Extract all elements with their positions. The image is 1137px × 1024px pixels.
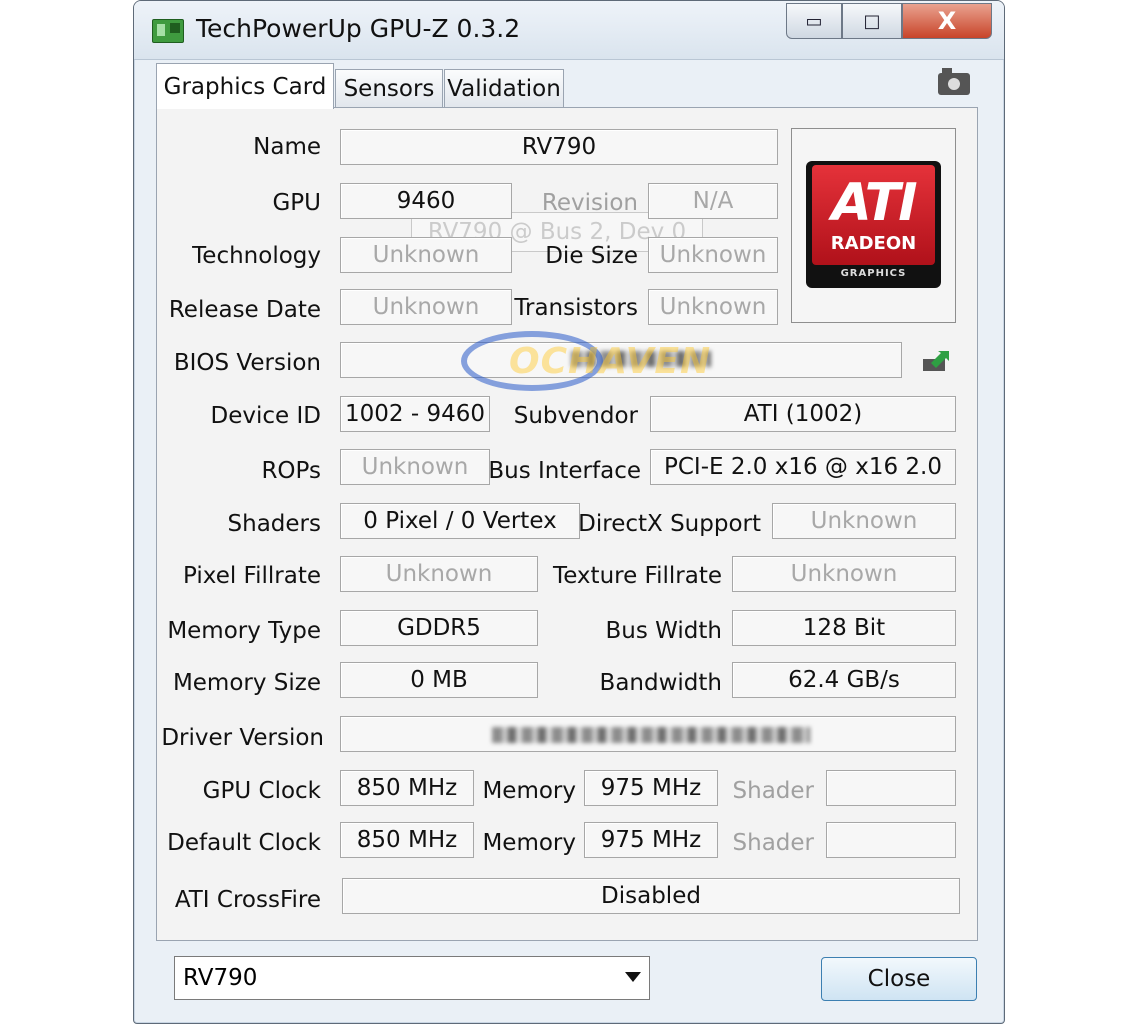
field-transistors[interactable]: Unknown [648,289,778,325]
field-bandwidth[interactable]: 62.4 GB/s [732,662,956,698]
label-rops: ROPs [261,458,321,484]
field-gpu-clock[interactable]: 850 MHz [340,770,474,806]
label-bus-width: Bus Width [605,618,722,644]
gpu-select-value: RV790 [183,965,258,991]
close-window-button[interactable]: X [902,3,992,39]
label-driver-version: Driver Version [161,725,324,751]
gpuz-window: TechPowerUp GPU-Z 0.3.2 ▭ □ X Graphics C… [133,0,1005,1024]
label-die-size: Die Size [545,243,638,269]
field-shader-clock[interactable] [826,770,956,806]
label-memory-type: Memory Type [167,618,321,644]
field-die-size[interactable]: Unknown [648,237,778,273]
watermark-text: OCHAVEN [509,341,712,382]
label-default-memory: Memory [482,830,576,856]
label-memory-size: Memory Size [172,670,321,696]
maximize-button[interactable]: □ [842,3,902,39]
label-ati-crossfire: ATI CrossFire [174,887,321,913]
window-controls: ▭ □ X [786,3,992,39]
window-title: TechPowerUp GPU-Z 0.3.2 [196,14,521,43]
field-default-shader[interactable] [826,822,956,858]
logo-radeon-text: RADEON [830,233,917,254]
label-gpu-clock: GPU Clock [202,778,321,804]
title-bar[interactable]: TechPowerUp GPU-Z 0.3.2 ▭ □ X [134,1,1004,60]
label-transistors: Transistors [514,295,638,321]
field-gpu[interactable]: 9460 [340,183,512,219]
label-revision: Revision [541,190,638,216]
field-default-clock[interactable]: 850 MHz [340,822,474,858]
tab-sensors[interactable]: Sensors [335,69,443,108]
field-directx-support[interactable]: Unknown [772,503,956,539]
label-release-date: Release Date [168,297,321,323]
chevron-down-icon[interactable] [625,972,641,982]
field-ati-crossfire[interactable]: Disabled [342,878,960,914]
gpu-card-icon [152,19,184,43]
field-shaders[interactable]: 0 Pixel / 0 Vertex [340,503,580,539]
field-rops[interactable]: Unknown [340,449,490,485]
label-default-shader: Shader [732,830,814,856]
field-technology[interactable]: Unknown [340,237,512,273]
tab-graphics-card[interactable]: Graphics Card [156,63,334,109]
field-default-memory[interactable]: 975 MHz [584,822,718,858]
logo-ati-text: ATI [831,173,917,233]
tab-validation[interactable]: Validation [444,69,564,108]
label-device-id: Device ID [210,403,321,429]
field-memory-type[interactable]: GDDR5 [340,610,538,646]
label-pixel-fillrate: Pixel Fillrate [183,563,321,589]
label-bios-version: BIOS Version [173,350,321,376]
bios-export-icon[interactable] [921,349,951,373]
close-button[interactable]: Close [821,957,977,1001]
minimize-button[interactable]: ▭ [786,3,842,39]
label-gpu: GPU [272,190,321,216]
label-shaders: Shaders [227,511,321,537]
field-device-id[interactable]: 1002 - 9460 [340,396,490,432]
field-revision[interactable]: N/A [648,183,778,219]
label-bus-interface: Bus Interface [488,458,641,484]
ati-radeon-logo: ATI RADEON GRAPHICS [791,128,956,323]
label-texture-fillrate: Texture Fillrate [553,563,722,589]
field-bus-interface[interactable]: PCI-E 2.0 x16 @ x16 2.0 [650,449,956,485]
field-name[interactable]: RV790 [340,129,778,165]
field-subvendor[interactable]: ATI (1002) [650,396,956,432]
field-pixel-fillrate[interactable]: Unknown [340,556,538,592]
field-release-date[interactable]: Unknown [340,289,512,325]
label-default-clock: Default Clock [167,830,321,856]
label-directx-support: DirectX Support [578,511,761,537]
label-subvendor: Subvendor [513,403,638,429]
label-technology: Technology [192,243,321,269]
logo-graphics-text: GRAPHICS [840,268,907,279]
label-memory-clock: Memory [482,778,576,804]
label-bandwidth: Bandwidth [599,670,722,696]
camera-icon[interactable] [938,68,970,95]
label-shader-clock: Shader [732,778,814,804]
field-texture-fillrate[interactable]: Unknown [732,556,956,592]
label-name: Name [253,134,321,160]
field-memory-size[interactable]: 0 MB [340,662,538,698]
gpu-select-dropdown[interactable]: RV790 [174,956,650,1000]
field-bus-width[interactable]: 128 Bit [732,610,956,646]
field-memory-clock[interactable]: 975 MHz [584,770,718,806]
driver-redacted [492,727,810,743]
